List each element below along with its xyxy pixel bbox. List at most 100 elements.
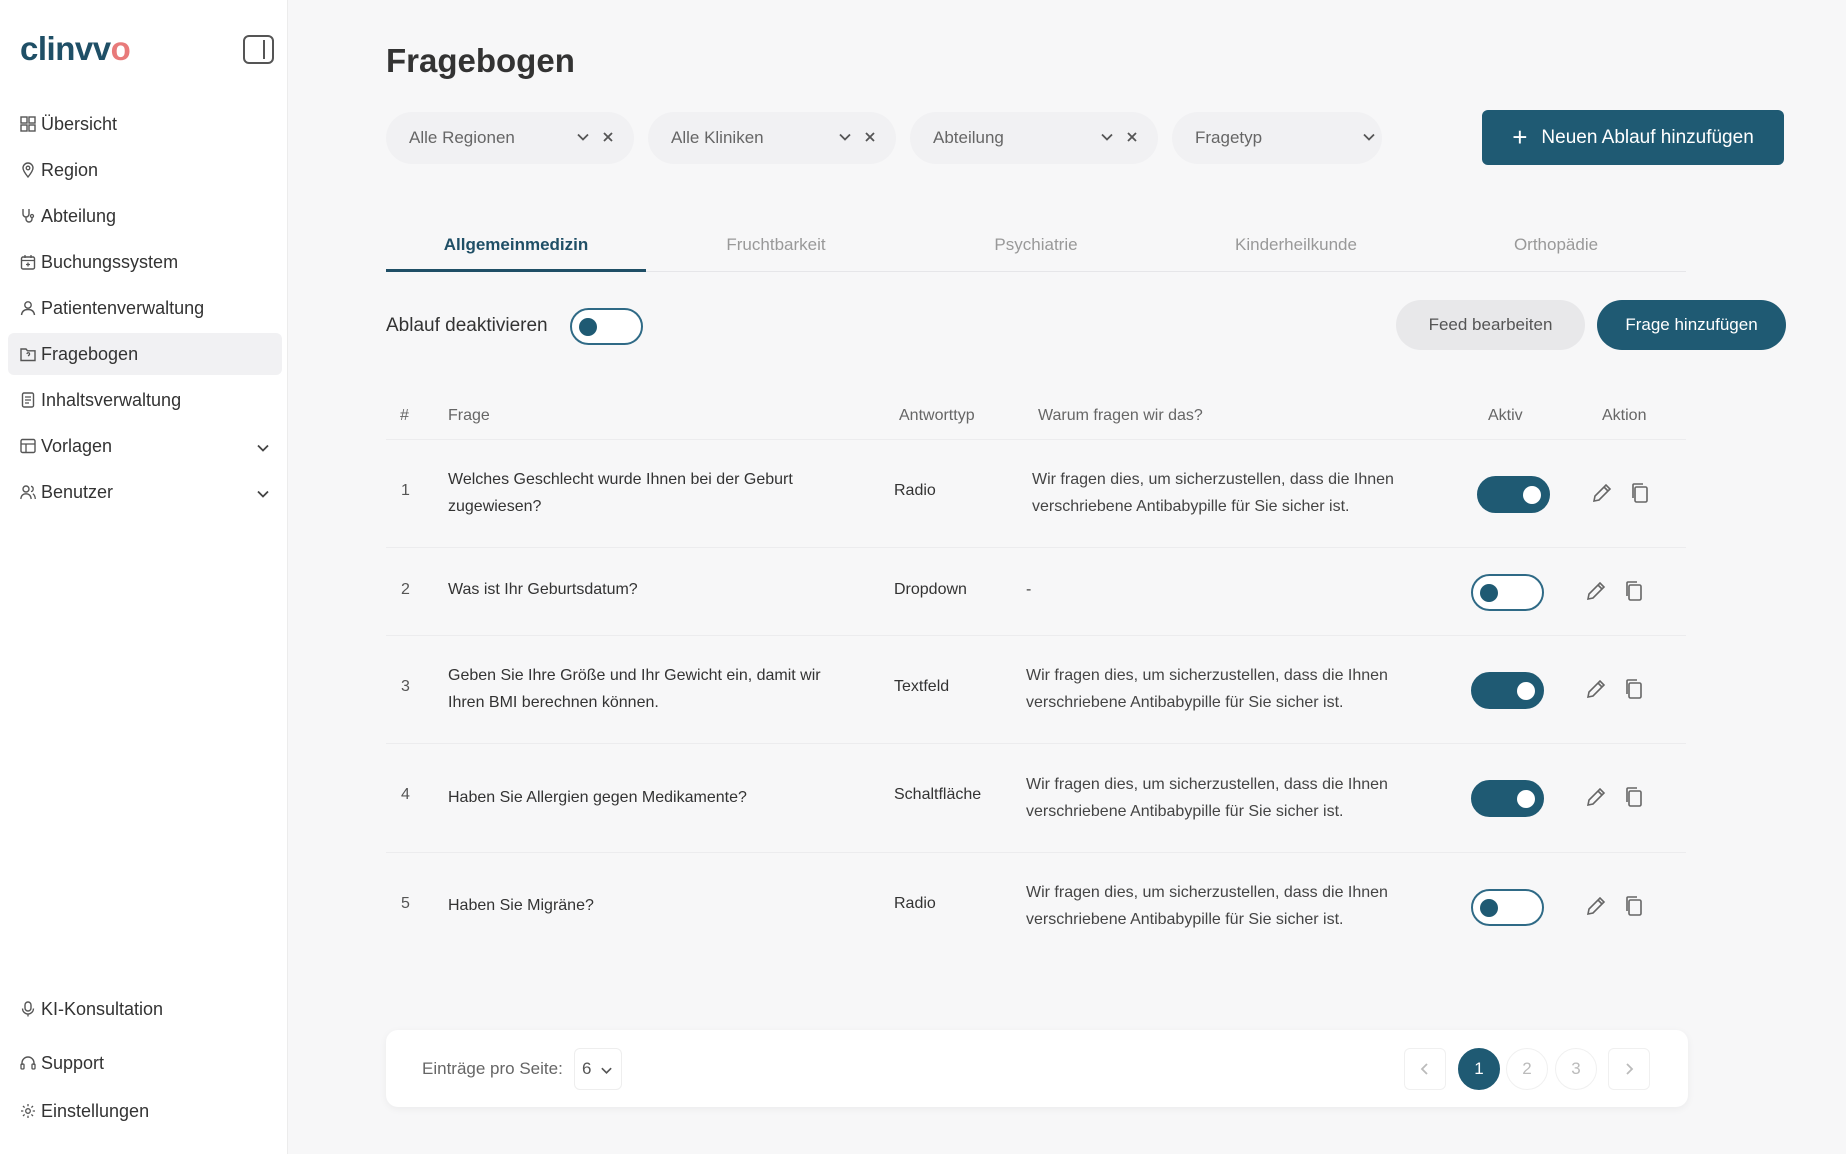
sidebar-item-abteilung[interactable]: Abteilung: [8, 195, 282, 237]
active-toggle[interactable]: [1471, 889, 1544, 926]
active-toggle[interactable]: [1471, 672, 1544, 709]
per-page-select[interactable]: 6: [574, 1048, 622, 1090]
question-type-filter[interactable]: Fragetyp: [1172, 112, 1382, 164]
tab-orthopaedie[interactable]: Orthopädie: [1426, 222, 1686, 272]
tab-allgemeinmedizin[interactable]: Allgemeinmedizin: [386, 222, 646, 272]
col-question[interactable]: Frage: [448, 407, 490, 425]
copy-icon[interactable]: [1621, 893, 1647, 919]
chevron-down-icon[interactable]: [1100, 129, 1114, 149]
deactivate-flow-label: Ablauf deaktivieren: [386, 315, 548, 336]
toggle-knob: [1517, 682, 1535, 700]
folder-question-icon: [20, 346, 36, 362]
sidebar-item-label: Support: [41, 1052, 105, 1073]
department-tabs: Allgemeinmedizin Fruchtbarkeit Psychiatr…: [386, 222, 1686, 272]
table-row[interactable]: 2 Was ist Ihr Geburtsdatum? Dropdown -: [386, 548, 1686, 636]
region-filter[interactable]: Alle Regionen: [386, 112, 634, 164]
per-page-label: Einträge pro Seite:: [422, 1059, 563, 1078]
sidebar-item-ki-konsultation[interactable]: KI-Konsultation: [8, 988, 282, 1030]
region-filter-value: Alle Regionen: [409, 128, 515, 147]
chevron-down-icon[interactable]: [576, 129, 590, 149]
sidebar-item-label: Übersicht: [41, 113, 118, 134]
add-question-button[interactable]: Frage hinzufügen: [1597, 300, 1786, 350]
table-row[interactable]: 3 Geben Sie Ihre Größe und Ihr Gewicht e…: [386, 636, 1686, 744]
col-answer-type[interactable]: Antworttyp: [899, 407, 975, 425]
deactivate-flow-toggle[interactable]: [570, 308, 643, 345]
clear-icon[interactable]: [601, 129, 615, 149]
sidebar-item-fragebogen[interactable]: Fragebogen: [8, 333, 282, 375]
sidebar-bottom-nav: KI-Konsultation: [8, 988, 282, 1034]
col-why[interactable]: Warum fragen wir das?: [1038, 407, 1203, 425]
sidebar-item-label: Region: [41, 159, 99, 180]
main-content: Fragebogen Alle Regionen Alle Kliniken A…: [288, 0, 1846, 1154]
next-page-button[interactable]: [1608, 1048, 1650, 1090]
sidebar-item-label: Benutzer: [41, 481, 114, 502]
clinic-filter[interactable]: Alle Kliniken: [648, 112, 896, 164]
page-2-button[interactable]: 2: [1506, 1048, 1548, 1090]
col-active[interactable]: Aktiv: [1488, 407, 1523, 425]
chevron-down-icon[interactable]: [256, 485, 270, 506]
edit-icon[interactable]: [1589, 480, 1615, 506]
row-answer-type: Radio: [894, 895, 936, 912]
sidebar-item-einstellungen[interactable]: Einstellungen: [8, 1090, 282, 1132]
tab-fruchtbarkeit[interactable]: Fruchtbarkeit: [646, 222, 906, 272]
sidebar-item-support[interactable]: Support: [8, 1042, 282, 1084]
sidebar-item-benutzer[interactable]: Benutzer: [8, 471, 282, 513]
prev-page-button[interactable]: [1404, 1048, 1446, 1090]
table-row[interactable]: 5 Haben Sie Migräne? Radio Wir fragen di…: [386, 853, 1686, 961]
sidebar-item-label: KI-Konsultation: [41, 998, 164, 1019]
active-toggle[interactable]: [1471, 574, 1544, 611]
tab-psychiatrie[interactable]: Psychiatrie: [906, 222, 1166, 272]
row-answer-type: Radio: [894, 482, 936, 499]
sidebar-item-label: Buchungssystem: [41, 251, 179, 272]
active-toggle[interactable]: [1477, 476, 1550, 513]
sidebar-item-buchungssystem[interactable]: Buchungssystem: [8, 241, 282, 283]
row-number: 1: [401, 482, 410, 499]
edit-icon[interactable]: [1583, 578, 1609, 604]
filter-bar: Alle Regionen Alle Kliniken Abteilung Fr…: [386, 110, 1784, 166]
row-number: 5: [401, 895, 410, 912]
row-number: 4: [401, 786, 410, 803]
chevron-down-icon[interactable]: [1362, 129, 1376, 149]
edit-feed-button[interactable]: Feed bearbeiten: [1396, 300, 1585, 350]
chevron-down-icon: [600, 1062, 613, 1082]
copy-icon[interactable]: [1627, 480, 1653, 506]
app-logo[interactable]: clinvvo: [20, 30, 131, 68]
table-row[interactable]: 4 Haben Sie Allergien gegen Medikamente?…: [386, 744, 1686, 853]
sidebar-item-patientenverwaltung[interactable]: Patientenverwaltung: [8, 287, 282, 329]
table-row[interactable]: 1 Welches Geschlecht wurde Ihnen bei der…: [386, 440, 1686, 548]
add-flow-label: Neuen Ablauf hinzufügen: [1541, 126, 1754, 148]
chevron-down-icon[interactable]: [838, 129, 852, 149]
sidebar-item-inhaltsverwaltung[interactable]: Inhaltsverwaltung: [8, 379, 282, 421]
active-toggle[interactable]: [1471, 780, 1544, 817]
table-icon: [20, 438, 36, 454]
clear-icon[interactable]: [1125, 129, 1139, 149]
chevron-down-icon[interactable]: [256, 439, 270, 460]
sidebar-item-region[interactable]: Region: [8, 149, 282, 191]
col-num: #: [400, 407, 409, 424]
edit-icon[interactable]: [1583, 676, 1609, 702]
copy-icon[interactable]: [1621, 784, 1647, 810]
edit-icon[interactable]: [1583, 893, 1609, 919]
sidebar-item-label: Fragebogen: [41, 343, 139, 364]
page-3-button[interactable]: 3: [1555, 1048, 1597, 1090]
sidebar-item-uebersicht[interactable]: Übersicht: [8, 103, 282, 145]
page-title: Fragebogen: [386, 42, 575, 79]
copy-icon[interactable]: [1621, 676, 1647, 702]
row-why: -: [1026, 581, 1032, 598]
map-pin-icon: [20, 162, 36, 178]
row-question: Haben Sie Allergien gegen Medikamente?: [448, 789, 747, 806]
add-flow-button[interactable]: + Neuen Ablauf hinzufügen: [1482, 110, 1784, 165]
toggle-knob: [579, 318, 597, 336]
sidebar-item-vorlagen[interactable]: Vorlagen: [8, 425, 282, 467]
per-page-value: 6: [582, 1059, 592, 1078]
edit-icon[interactable]: [1583, 784, 1609, 810]
tab-kinderheilkunde[interactable]: Kinderheilkunde: [1166, 222, 1426, 272]
page-1-button[interactable]: 1: [1458, 1048, 1500, 1090]
clear-icon[interactable]: [863, 129, 877, 149]
sidebar-item-label: Abteilung: [41, 205, 117, 226]
department-filter[interactable]: Abteilung: [910, 112, 1158, 164]
sidebar-collapse-icon[interactable]: [243, 35, 274, 64]
questions-table: # Frage Antworttyp Warum fragen wir das?…: [386, 392, 1686, 961]
sidebar-nav: Übersicht Region Abteilung Buchungssyste…: [8, 103, 282, 517]
copy-icon[interactable]: [1621, 578, 1647, 604]
